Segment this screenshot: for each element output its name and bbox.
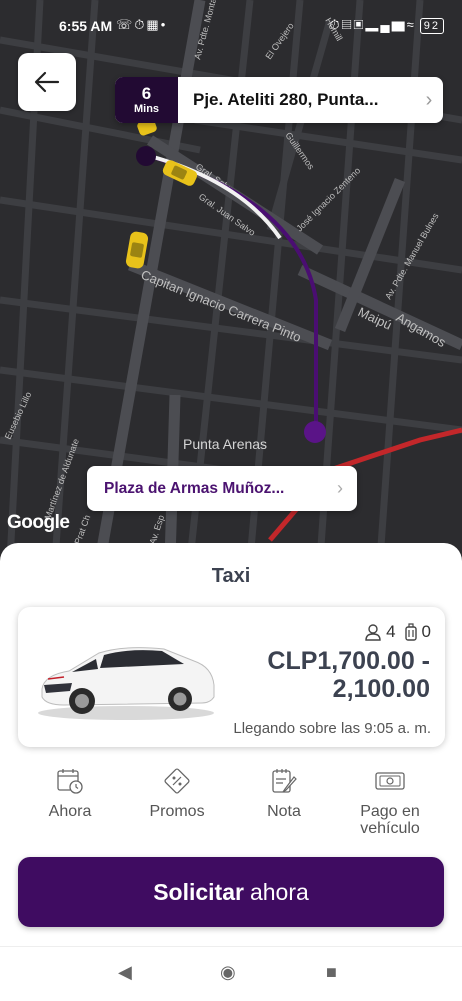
destination-address-card[interactable]: Plaza de Armas Muñoz... ›: [87, 466, 357, 511]
request-label-bold: Solicitar: [153, 878, 244, 905]
google-logo: Google: [7, 512, 70, 533]
status-bar: 6:55 AM ☏⏱▦• ⏱▤▣▂▄▆≈ 92: [0, 0, 462, 48]
passenger-icon: [365, 624, 381, 641]
passenger-count: 4: [386, 622, 396, 641]
action-label: Promos: [149, 803, 205, 820]
back-button[interactable]: [18, 53, 76, 111]
wifi-icon: ≈: [406, 17, 416, 32]
notification-icons: ☏⏱▦•: [116, 17, 167, 33]
pickup-address-card[interactable]: 6 Mins Pje. Ateliti 280, Punta... ›: [115, 77, 443, 123]
calendar-clock-icon: [57, 769, 83, 794]
action-label-line-2: vehículo: [360, 820, 420, 837]
eta-badge: 6 Mins: [115, 77, 178, 123]
ride-option-card[interactable]: 4 0 CLP1,700.00 - 2,100.00 Llegando sobr…: [18, 607, 445, 747]
chevron-right-icon: ›: [337, 478, 343, 498]
arrow-left-icon: [34, 71, 60, 93]
sim-icon: ▣: [353, 17, 366, 32]
destination-address: Plaza de Armas Muñoz...: [104, 479, 285, 497]
note-button[interactable]: Nota: [254, 767, 314, 820]
signal-icon: ▂▄▆: [365, 17, 407, 32]
note-edit-icon: [272, 769, 297, 793]
dot: •: [160, 17, 168, 32]
promo-tag-icon: [164, 768, 190, 794]
alarm-icon: ⏱: [134, 17, 147, 32]
car-image: [38, 647, 215, 720]
pickup-address: Pje. Ateliti 280, Punta...: [193, 90, 379, 109]
whatsapp-icon: ☏: [116, 17, 135, 32]
eta-unit: Mins: [133, 103, 160, 115]
ride-bottom-sheet: Taxi 4 0 CLP1,700.00 - 2,100.00 Llegando…: [0, 543, 462, 1000]
status-time: 6:55 AM: [59, 18, 113, 34]
vibrate-icon: ▤: [341, 17, 354, 32]
android-nav-bar: ◀ ◉ ■: [0, 946, 462, 1001]
destination-marker: [304, 421, 326, 443]
pay-in-vehicle-button[interactable]: Pago en vehículo: [350, 767, 430, 837]
fare-estimate: CLP1,700.00 - 2,100.00: [267, 647, 430, 703]
teams-icon: ▦: [146, 17, 161, 32]
action-label-line-1: Pago en: [360, 803, 420, 820]
eta-value: 6: [141, 84, 152, 103]
battery-indicator: 92: [419, 18, 444, 34]
action-label: Ahora: [48, 803, 92, 820]
back-triangle-icon[interactable]: ◀: [118, 962, 132, 983]
fare-line-1: CLP1,700.00 -: [267, 647, 430, 675]
luggage-icon: [404, 623, 417, 641]
home-circle-icon[interactable]: ◉: [220, 962, 236, 983]
luggage-count: 0: [421, 622, 431, 641]
schedule-now-button[interactable]: Ahora: [38, 767, 102, 820]
capacity-info: 4 0: [364, 622, 431, 642]
cash-icon: [375, 772, 405, 790]
arrival-time: Llegando sobre las 9:05 a. m.: [233, 720, 431, 737]
alarm-icon: ⏱: [329, 17, 342, 32]
origin-marker: [136, 146, 156, 166]
chevron-right-icon: ›: [425, 88, 433, 111]
action-label: Nota: [267, 803, 301, 820]
request-label-normal: ahora: [249, 878, 309, 905]
promos-button[interactable]: Promos: [140, 767, 214, 820]
recents-square-icon[interactable]: ■: [326, 962, 337, 983]
service-title: Taxi: [211, 565, 251, 587]
system-icons: ⏱▤▣▂▄▆≈ 92: [329, 17, 444, 34]
request-now-button[interactable]: Solicitar ahora: [18, 857, 444, 927]
city-label: Punta Arenas: [183, 436, 267, 452]
fare-line-2: 2,100.00: [332, 675, 430, 703]
ride-options-bar: Ahora Promos Nota Pago en vehículo: [0, 767, 462, 847]
